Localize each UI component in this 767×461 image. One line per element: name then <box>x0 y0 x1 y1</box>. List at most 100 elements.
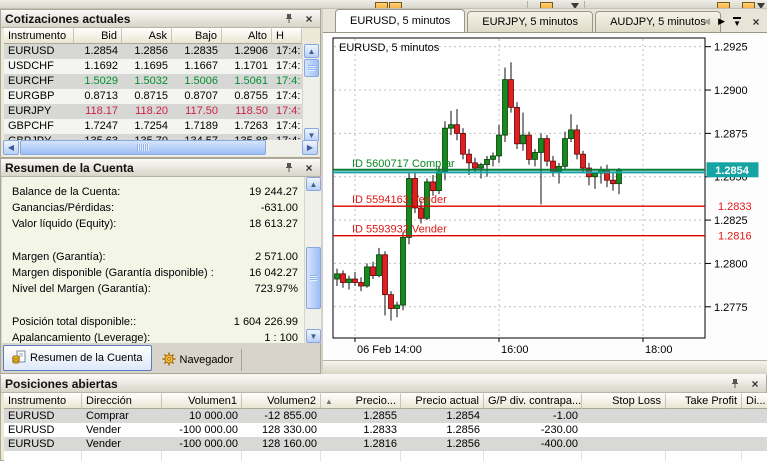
quotes-col-time[interactable]: H <box>272 28 302 44</box>
candle-body <box>394 304 400 309</box>
account-row-value: 2 571.00 <box>255 251 298 263</box>
account-panel-titlebar[interactable]: Resumen de la Cuenta × <box>1 159 320 177</box>
positions-empty-row <box>4 451 767 461</box>
close-icon[interactable]: × <box>302 12 316 25</box>
quote-row-EURCHF[interactable]: EURCHF 1.5029 1.5032 1.5006 1.5061 17:4: <box>4 74 302 89</box>
quote-row-EURGBP[interactable]: EURGBP 0.8713 0.8715 0.8707 0.8755 17:4: <box>4 89 302 104</box>
account-summary-panel: Resumen de la Cuenta × Balance de la Cue… <box>0 158 321 374</box>
scrollbar-thumb[interactable] <box>306 247 321 309</box>
quote-cell-time: 17:4: <box>276 75 301 87</box>
toolbar-icon[interactable] <box>742 2 755 8</box>
pin-icon[interactable] <box>728 377 742 390</box>
chart-tab-audjpy[interactable]: AUDJPY, 5 minutos <box>595 11 721 32</box>
account-row: Balance de la Cuenta: 19 244.27 <box>12 184 298 200</box>
positions-panel-titlebar[interactable]: Posiciones abiertas × <box>1 375 766 393</box>
positions-col-stop-loss[interactable]: Stop Loss <box>582 393 666 409</box>
position-row[interactable]: EURUSD Vender -100 000.00 128 330.00 1.2833 1… <box>4 423 767 437</box>
toolbar-icon[interactable] <box>375 2 388 8</box>
scroll-up-icon[interactable]: ▲ <box>306 177 321 191</box>
chart-close-icon[interactable]: × <box>749 15 763 28</box>
chart-tab-eurusd[interactable]: EURUSD, 5 minutos <box>335 9 466 32</box>
quotes-h-scrollbar[interactable]: ◀ ▶ <box>3 140 318 156</box>
quote-row-GBPCHF[interactable]: GBPCHF 1.7247 1.7254 1.7189 1.7263 17:4: <box>4 119 302 134</box>
account-v-scrollbar[interactable]: ▲ ▼ <box>304 177 321 343</box>
position-row[interactable]: EURUSD Comprar 10 000.00 -12 855.00 1.2855 1.… <box>4 409 767 423</box>
close-icon[interactable]: × <box>302 161 316 174</box>
positions-col-volumen1[interactable]: Volumen1 <box>162 393 242 409</box>
quote-cell-ask: 1.7254 <box>134 120 168 132</box>
scrollbar-thumb[interactable] <box>20 140 266 155</box>
position-cell <box>666 437 742 451</box>
quotes-col-ask[interactable]: Ask <box>122 28 172 44</box>
position-cell: 1.2816 <box>363 438 397 450</box>
candle-body <box>502 79 508 136</box>
position-cell: -400.00 <box>540 438 578 450</box>
scroll-left-icon[interactable]: ◀ <box>3 140 19 155</box>
positions-col-direcci-n[interactable]: Dirección <box>82 393 162 409</box>
pin-icon[interactable] <box>282 161 296 174</box>
quotes-panel: Cotizaciones actuales × Instrumento Bid As… <box>0 9 321 158</box>
positions-col-precio-[interactable]: ▲ Precio... <box>321 393 401 409</box>
tab-scroll-right-icon[interactable]: ▶ <box>718 16 725 27</box>
quotes-v-scrollbar[interactable]: ▲ ▼ <box>302 44 319 142</box>
position-cell: 1.2856 <box>446 424 480 436</box>
y-tick-label: 1.2800 <box>714 258 748 270</box>
scrollbar-thumb[interactable] <box>304 59 319 77</box>
account-row-value: 16 042.27 <box>249 267 298 279</box>
tab-resumen-de-la-cuenta[interactable]: Resumen de la Cuenta <box>3 345 152 371</box>
positions-col-di-[interactable]: Di... <box>742 393 767 409</box>
position-cell: 128 330.00 <box>261 424 317 436</box>
chart-plot-area[interactable] <box>332 37 706 339</box>
y-tick-label: 1.2900 <box>714 85 748 97</box>
quote-row-EURUSD[interactable]: EURUSD 1.2854 1.2856 1.2835 1.2906 17:4: <box>4 44 302 59</box>
positions-col-instrumento[interactable]: Instrumento <box>4 393 82 409</box>
empty-cell <box>401 451 484 461</box>
position-row[interactable]: EURUSD Vender -100 000.00 128 160.00 1.2816 1… <box>4 437 767 451</box>
quotes-panel-titlebar[interactable]: Cotizaciones actuales × <box>1 10 320 28</box>
quote-cell-ask: 1.1695 <box>134 60 168 72</box>
toolbar-icon[interactable] <box>717 2 730 8</box>
chart-tab-eurjpy[interactable]: EURJPY, 5 minutos <box>467 11 594 32</box>
quote-row-USDCHF[interactable]: USDCHF 1.1692 1.1695 1.1667 1.1701 17:4: <box>4 59 302 74</box>
scroll-up-icon[interactable]: ▲ <box>304 44 319 58</box>
chart-client-area[interactable]: ID 5600717 Comprar ID 5594163 Vender ID 55… <box>323 33 767 360</box>
quotes-col-bid[interactable]: Bid <box>74 28 122 44</box>
account-bottom-tabs: Resumen de la Cuenta Navegador <box>1 343 243 371</box>
candle-body <box>460 132 466 155</box>
scroll-right-icon[interactable]: ▶ <box>302 140 318 155</box>
quotes-col-low[interactable]: Bajo <box>172 28 222 44</box>
position-cell <box>582 423 666 437</box>
candlestick-chart[interactable]: ID 5600717 Comprar ID 5594163 Vender ID 55… <box>323 33 767 360</box>
quote-row-EURJPY[interactable]: EURJPY 118.17 118.20 117.50 118.50 17:4: <box>4 104 302 119</box>
positions-table-header[interactable]: Instrumento Dirección Volumen1 Volumen2 ▲ Pre… <box>4 393 767 409</box>
tab-scroll-left-icon[interactable]: ◀ <box>703 16 710 27</box>
y-tick-label: 1.2825 <box>714 215 748 227</box>
pin-icon[interactable] <box>282 12 296 25</box>
tab-list-icon[interactable]: ▼ <box>733 16 741 27</box>
toolbar-icon[interactable] <box>389 2 402 8</box>
candle-body <box>448 124 454 129</box>
tab-navegador[interactable]: Navegador <box>154 349 243 371</box>
quote-cell-time: 17:4: <box>276 45 301 57</box>
positions-col-take-profit[interactable]: Take Profit <box>666 393 742 409</box>
quotes-table-header[interactable]: Instrumento Bid Ask Bajo Alto H <box>4 28 302 44</box>
close-icon[interactable]: × <box>748 377 762 390</box>
positions-col-g-p-div-contrapa-[interactable]: G/P div. contrapa... <box>484 393 582 409</box>
quote-cell-bid: 0.8713 <box>84 90 118 102</box>
toolbar-icon[interactable] <box>540 2 553 8</box>
chart-bottom-strip <box>323 360 767 374</box>
position-cell: Vender <box>86 424 121 436</box>
toolbar-sliver <box>0 0 767 9</box>
positions-col-volumen2[interactable]: Volumen2 <box>242 393 321 409</box>
quote-cell-high: 0.8755 <box>234 90 268 102</box>
position-cell: -230.00 <box>540 424 578 436</box>
empty-cell <box>666 451 742 461</box>
quotes-col-high[interactable]: Alto <box>222 28 272 44</box>
quote-cell-low: 0.8707 <box>184 90 218 102</box>
quote-cell-bid: 1.2854 <box>84 45 118 57</box>
positions-col-precio-actual[interactable]: Precio actual <box>401 393 484 409</box>
sort-asc-icon: ▲ <box>325 397 333 406</box>
quotes-col-instrument[interactable]: Instrumento <box>4 28 74 44</box>
scroll-down-icon[interactable]: ▼ <box>306 329 321 343</box>
candle-body <box>592 172 598 178</box>
